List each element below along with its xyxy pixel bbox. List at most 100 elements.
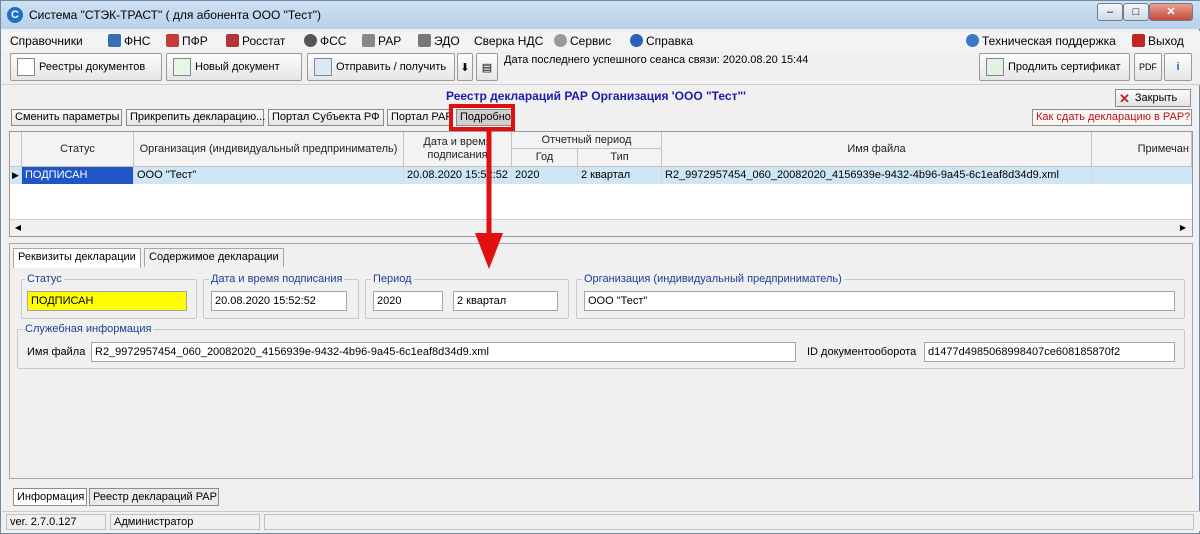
menu-rosstat[interactable]: Росстат bbox=[226, 34, 285, 48]
extend-certificate-button[interactable]: Продлить сертификат bbox=[979, 53, 1130, 81]
docflow-id-label: ID документооборота bbox=[807, 346, 917, 358]
arrow-down-icon: ⬇ bbox=[460, 61, 470, 74]
column-header-organization[interactable]: Организация (индивидуальный предпринимат… bbox=[134, 132, 404, 167]
tab-declaration-details[interactable]: Реквизиты декларации bbox=[13, 248, 141, 268]
docflow-id-field: d1477d4985068998407ce608185870f2 bbox=[924, 342, 1175, 362]
close-registry-button[interactable]: ✕ Закрыть bbox=[1115, 89, 1191, 107]
menu-directories[interactable]: Справочники bbox=[10, 34, 83, 48]
menu-pfr[interactable]: ПФР bbox=[166, 34, 208, 48]
cell-type[interactable]: 2 квартал bbox=[578, 167, 662, 184]
status-bar: ver. 2.7.0.127 Администратор bbox=[2, 511, 1200, 531]
rosstat-icon bbox=[226, 34, 239, 47]
column-header-status[interactable]: Статус bbox=[22, 132, 134, 167]
pdf-icon: PDF bbox=[1139, 62, 1157, 72]
registries-button[interactable]: Реестры документов bbox=[10, 53, 162, 81]
close-icon: ✕ bbox=[1119, 90, 1130, 106]
pdf-button[interactable]: PDF bbox=[1134, 53, 1162, 81]
year-field: 2020 bbox=[373, 291, 443, 311]
column-header-period: Отчетный период bbox=[512, 132, 662, 149]
table-row[interactable]: ▶ ПОДПИСАН ООО "Тест" 20.08.2020 15:52:5… bbox=[10, 167, 1192, 184]
minimize-button[interactable]: – bbox=[1097, 3, 1123, 21]
menu-exit[interactable]: Выход bbox=[1132, 34, 1184, 48]
cell-file[interactable]: R2_9972957454_060_20082020_4156939e-9432… bbox=[662, 167, 1092, 184]
cell-organization[interactable]: ООО "Тест" bbox=[134, 167, 404, 184]
maximize-button[interactable]: □ bbox=[1123, 3, 1149, 21]
app-window: С Система "СТЭК-ТРАСТ" ( для абонента ОО… bbox=[0, 0, 1200, 534]
fns-icon bbox=[108, 34, 121, 47]
date-label: Дата и время подписания bbox=[209, 273, 345, 285]
cell-status[interactable]: ПОДПИСАН bbox=[22, 167, 134, 184]
declarations-grid: Статус Организация (индивидуальный предп… bbox=[9, 131, 1193, 237]
help-icon bbox=[630, 34, 643, 47]
date-field: 20.08.2020 15:52:52 bbox=[211, 291, 347, 311]
menu-vat-reconciliation[interactable]: Сверка НДС bbox=[474, 34, 543, 48]
menu-service[interactable]: Сервис bbox=[554, 34, 611, 48]
attach-declaration-button[interactable]: Прикрепить декларацию... bbox=[126, 109, 265, 126]
subject-portal-button[interactable]: Портал Субъекта РФ bbox=[268, 109, 384, 126]
how-to-submit-link[interactable]: Как сдать декларацию в РАР? bbox=[1032, 109, 1192, 126]
tab-information[interactable]: Информация bbox=[13, 488, 87, 506]
menu-support[interactable]: Техническая поддержка bbox=[966, 34, 1116, 48]
user-text: Администратор bbox=[110, 514, 260, 530]
menu-rar[interactable]: РАР bbox=[362, 34, 401, 48]
horizontal-scrollbar[interactable]: ◀ ▶ bbox=[10, 219, 1192, 236]
last-session-text: Дата последнего успешного сеанса связи: … bbox=[504, 54, 809, 66]
organization-field: ООО "Тест" bbox=[584, 291, 1175, 311]
row-indicator-header bbox=[10, 132, 22, 167]
send-receive-icon bbox=[314, 58, 332, 76]
certificate-icon bbox=[986, 58, 1004, 76]
pfr-icon bbox=[166, 34, 179, 47]
status-label: Статус bbox=[25, 273, 64, 285]
registry-icon bbox=[17, 58, 35, 76]
scroll-right-icon[interactable]: ▶ bbox=[1176, 221, 1190, 235]
tab-declaration-content[interactable]: Содержимое декларации bbox=[144, 248, 284, 267]
rar-icon bbox=[362, 34, 375, 47]
period-label: Период bbox=[371, 273, 414, 285]
file-name-label: Имя файла bbox=[27, 346, 86, 358]
status-field: ПОДПИСАН bbox=[27, 291, 187, 311]
close-window-button[interactable]: ✕ bbox=[1149, 3, 1193, 21]
refresh-button[interactable]: ▤ bbox=[476, 53, 498, 81]
menu-bar: Справочники ФНС ПФР Росстат ФСС РАР ЭДО … bbox=[2, 31, 1200, 51]
title-bar: С Система "СТЭК-ТРАСТ" ( для абонента ОО… bbox=[1, 1, 1200, 29]
row-pointer-icon: ▶ bbox=[10, 167, 22, 184]
service-info-label: Служебная информация bbox=[23, 323, 154, 335]
column-header-file[interactable]: Имя файла bbox=[662, 132, 1092, 167]
tab-rar-registry[interactable]: Реестр деклараций РАР bbox=[89, 488, 219, 506]
gear-icon bbox=[554, 34, 567, 47]
info-button[interactable]: i bbox=[1164, 53, 1192, 81]
app-logo-icon: С bbox=[7, 7, 23, 23]
registry-title: Реестр деклараций РАР Организация 'ООО "… bbox=[446, 89, 747, 103]
scroll-left-icon[interactable]: ◀ bbox=[11, 221, 25, 235]
dropdown-arrow-button[interactable]: ⬇ bbox=[457, 53, 473, 81]
column-header-type[interactable]: Тип bbox=[578, 149, 662, 167]
new-document-icon bbox=[173, 58, 191, 76]
change-params-button[interactable]: Сменить параметры bbox=[11, 109, 122, 126]
edo-icon bbox=[418, 34, 431, 47]
menu-edo[interactable]: ЭДО bbox=[418, 34, 460, 48]
menu-fss[interactable]: ФСС bbox=[304, 34, 346, 48]
menu-help[interactable]: Справка bbox=[630, 34, 693, 48]
registry-header: Реестр деклараций РАР Организация 'ООО "… bbox=[2, 87, 1200, 109]
exit-icon bbox=[1132, 34, 1145, 47]
organization-label: Организация (индивидуальный предпринимат… bbox=[582, 273, 844, 285]
highlight-arrow bbox=[475, 131, 503, 269]
window-title: Система "СТЭК-ТРАСТ" ( для абонента ООО … bbox=[29, 8, 321, 22]
rar-portal-button[interactable]: Портал РАР bbox=[387, 109, 453, 126]
version-text: ver. 2.7.0.127 bbox=[6, 514, 106, 530]
send-receive-button[interactable]: Отправить / получить bbox=[307, 53, 455, 81]
document-refresh-icon: ▤ bbox=[481, 61, 493, 74]
fss-icon bbox=[304, 34, 317, 47]
globe-icon bbox=[966, 34, 979, 47]
file-name-field: R2_9972957454_060_20082020_4156939e-9432… bbox=[91, 342, 796, 362]
status-panel bbox=[264, 514, 1194, 530]
cell-year[interactable]: 2020 bbox=[512, 167, 578, 184]
details-highlight-box bbox=[449, 104, 515, 131]
column-header-note[interactable]: Примечан bbox=[1092, 132, 1192, 167]
quarter-field: 2 квартал bbox=[453, 291, 558, 311]
new-document-button[interactable]: Новый документ bbox=[166, 53, 302, 81]
info-icon: i bbox=[1176, 61, 1180, 73]
menu-fns[interactable]: ФНС bbox=[108, 34, 150, 48]
toolbar: Реестры документов Новый документ Отправ… bbox=[2, 51, 1200, 85]
column-header-year[interactable]: Год bbox=[512, 149, 578, 167]
